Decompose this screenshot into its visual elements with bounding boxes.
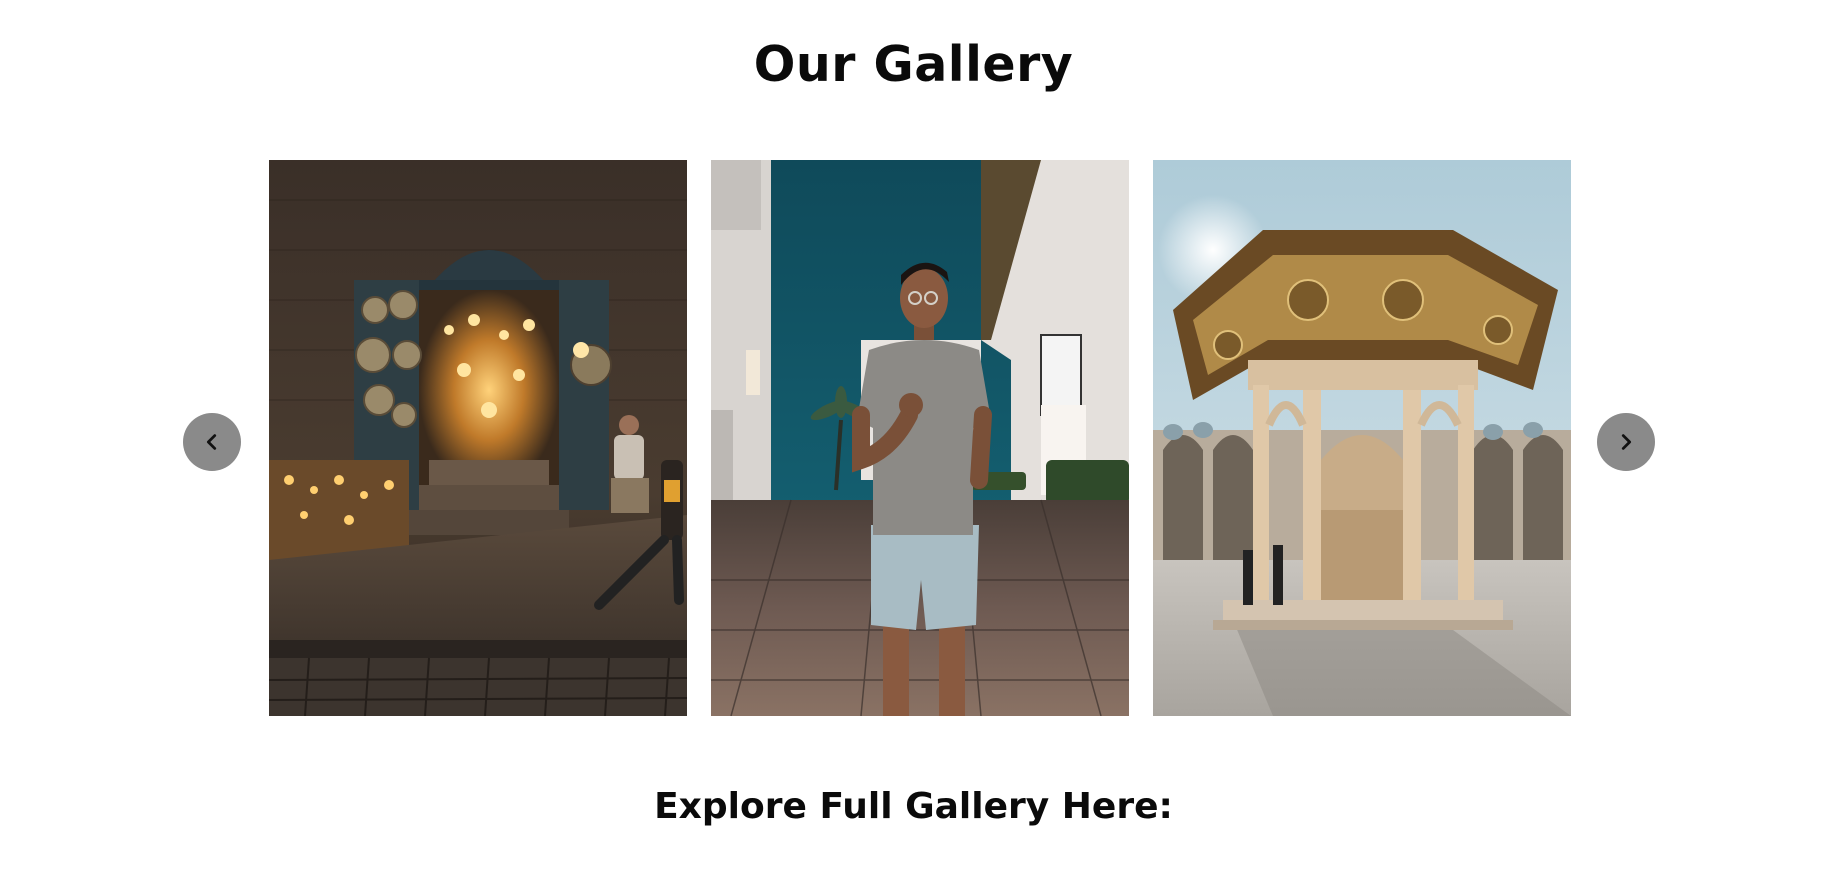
explore-gallery-heading: Explore Full Gallery Here: (654, 786, 1173, 827)
mosque-ablution-fountain-photo (1153, 160, 1571, 716)
gallery-slide-3[interactable] (1153, 160, 1571, 716)
gallery-section: Our Gallery Explore Full Gallery Here: (0, 0, 1827, 875)
chevron-left-icon (206, 434, 217, 450)
carousel-next-button[interactable] (1597, 413, 1655, 471)
carousel-prev-button[interactable] (183, 413, 241, 471)
chevron-right-icon (1621, 434, 1632, 450)
gallery-slide-1[interactable] (269, 160, 687, 716)
gallery-title: Our Gallery (753, 36, 1074, 93)
gallery-slide-2[interactable] (711, 160, 1129, 716)
gallery-carousel (0, 160, 1827, 716)
bazaar-lantern-shop-photo (269, 160, 687, 716)
man-posing-at-night-photo (711, 160, 1129, 716)
